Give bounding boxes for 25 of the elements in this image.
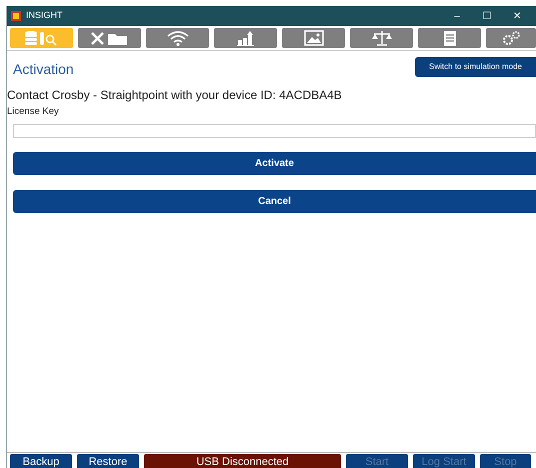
scale-icon — [370, 30, 394, 46]
toolbar-tab[interactable] — [350, 28, 413, 48]
toolbar-tab[interactable] — [282, 28, 345, 48]
maximize-button[interactable]: ☐ — [472, 8, 502, 24]
page-title: Activation — [13, 60, 74, 79]
toolbar-button[interactable]: Restore — [77, 454, 139, 468]
minimize-button[interactable]: – — [442, 8, 472, 24]
image-icon — [302, 30, 326, 46]
device-id-message: Contact Crosby - Straightpoint with your device ID: 4ACDBA4B — [7, 87, 343, 104]
toolbar-tab[interactable] — [486, 28, 536, 48]
app-logo-icon — [11, 11, 21, 21]
toolbar-tab[interactable] — [78, 28, 141, 48]
simulation-mode-button[interactable]: Switch to simulation mode — [415, 57, 536, 77]
usb-status-button[interactable]: USB Disconnected — [144, 454, 341, 468]
field-label: License Key — [7, 105, 60, 119]
toolbar-button[interactable]: Backup — [10, 454, 72, 468]
window-title: INSIGHT — [26, 9, 63, 22]
toolbar-tab[interactable] — [214, 28, 277, 48]
close-button[interactable]: ✕ — [502, 8, 532, 24]
license-key-field[interactable] — [13, 124, 536, 138]
action-button[interactable]: Cancel — [13, 190, 536, 214]
wifi-icon — [166, 30, 190, 46]
toolbar-tab[interactable] — [146, 28, 209, 48]
toolbar-tab[interactable] — [418, 28, 481, 48]
action-button[interactable]: Activate — [13, 152, 536, 176]
